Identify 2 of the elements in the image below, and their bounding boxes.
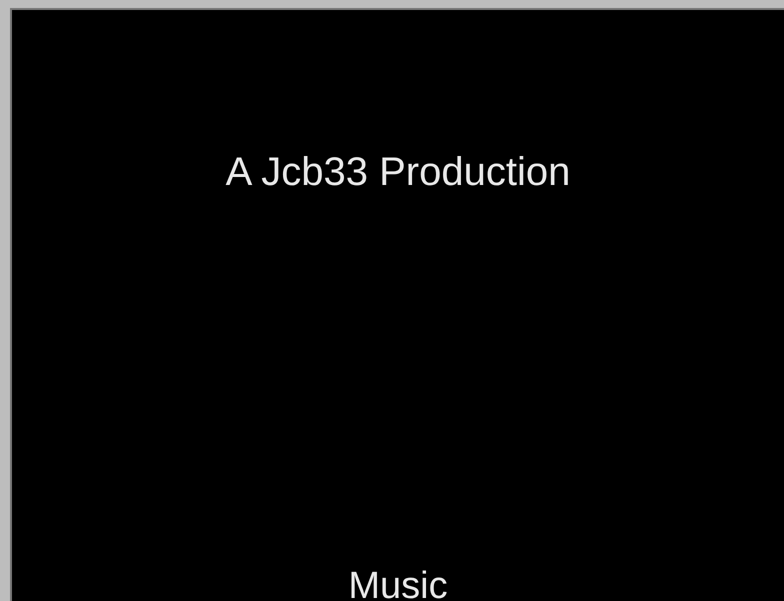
slide-title: A Jcb33 Production <box>226 150 570 195</box>
slide-caption: Music <box>348 567 448 601</box>
